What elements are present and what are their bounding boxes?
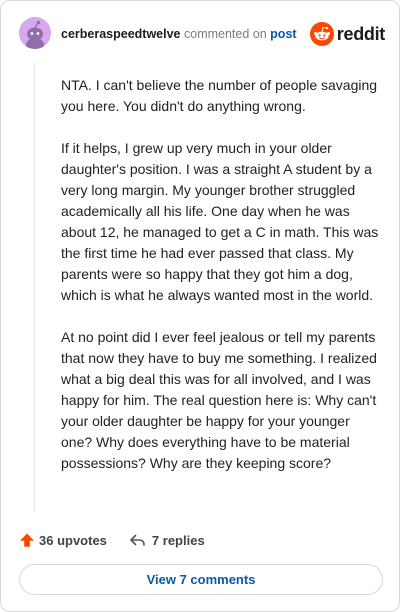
upvote-button[interactable]: 36 upvotes — [19, 532, 107, 548]
comment-body: NTA. I can't believe the number of peopl… — [61, 75, 383, 495]
upvote-count: 36 upvotes — [39, 532, 107, 548]
post-link[interactable]: post — [270, 27, 296, 41]
comment-header: cerberaspeedtwelve commented on post red… — [19, 15, 385, 53]
comment-footer: 36 upvotes 7 replies — [19, 529, 205, 551]
comment-card: cerberaspeedtwelve commented on post red… — [0, 0, 400, 612]
replies-button[interactable]: 7 replies — [129, 532, 205, 548]
reddit-snoo-icon — [309, 22, 334, 46]
author-line: cerberaspeedtwelve commented on post — [61, 27, 297, 42]
comment-paragraph: At no point did I ever feel jealous or t… — [61, 329, 377, 471]
snoo-avatar-icon[interactable] — [19, 17, 51, 49]
comment-action-text: commented on — [184, 27, 267, 41]
author-username[interactable]: cerberaspeedtwelve — [61, 27, 181, 41]
thread-line — [34, 63, 35, 511]
reddit-brand[interactable]: reddit — [309, 21, 386, 47]
comment-paragraph: NTA. I can't believe the number of peopl… — [61, 77, 378, 114]
reddit-wordmark: reddit — [336, 23, 386, 44]
comment-paragraph: If it helps, I grew up very much in your… — [61, 140, 379, 303]
upvote-arrow-icon — [20, 533, 34, 547]
reply-count: 7 replies — [151, 532, 205, 548]
view-comments-button[interactable]: View 7 comments — [19, 564, 383, 595]
reply-arrow-icon — [130, 534, 145, 546]
